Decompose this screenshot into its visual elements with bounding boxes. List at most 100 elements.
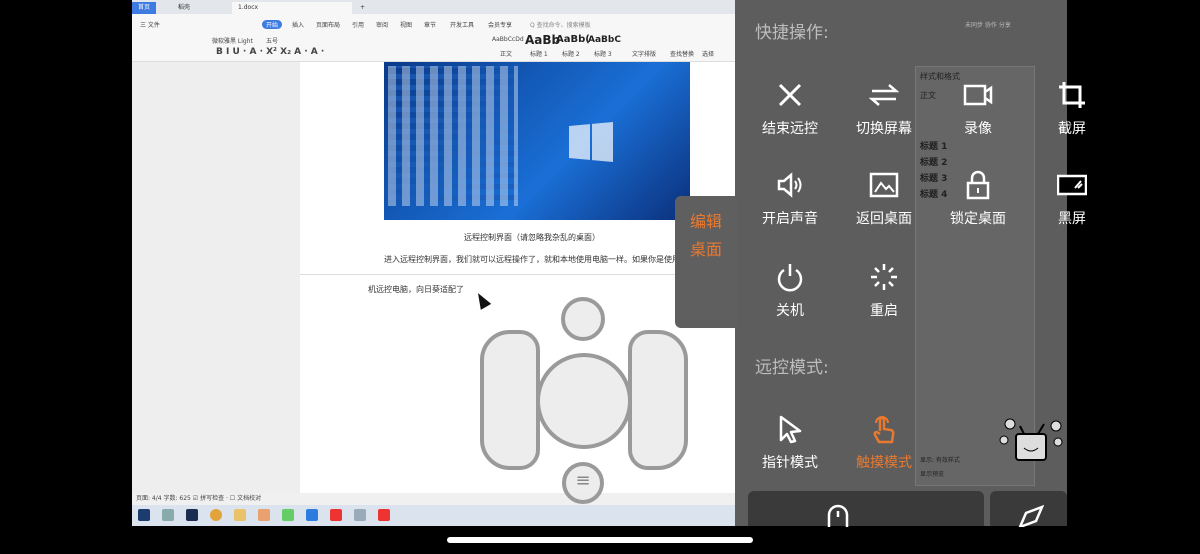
pointer-mode-button[interactable]: 指针模式 <box>745 414 835 472</box>
item-label: 开启声音 <box>762 211 818 227</box>
crop-icon <box>1059 82 1085 108</box>
tab-home[interactable]: 首页 <box>132 2 157 14</box>
menu-review[interactable]: 审阅 <box>376 20 388 29</box>
sound-button[interactable]: 开启声音 <box>745 170 835 228</box>
pointer-icon <box>779 415 802 444</box>
taskview-icon[interactable] <box>162 509 174 521</box>
pen-icon[interactable] <box>1018 505 1044 527</box>
speaker-icon <box>777 172 802 198</box>
record-button[interactable]: 录像 <box>933 80 1023 138</box>
touch-hand-icon <box>873 416 895 444</box>
windows-taskbar <box>132 505 735 526</box>
explorer-icon[interactable] <box>234 509 246 521</box>
item-label: 触摸模式 <box>856 455 912 471</box>
item-label: 指针模式 <box>762 455 818 471</box>
wps-icon[interactable] <box>330 509 342 521</box>
desktop-label: 桌面 <box>689 240 722 259</box>
app-icon[interactable] <box>306 509 318 521</box>
style-h1[interactable]: AaBb <box>525 33 560 47</box>
desktop-screenshot-image <box>384 62 690 220</box>
item-label: 切换屏幕 <box>856 121 912 137</box>
doc-paragraph-2: 机远控电脑，向日葵适配了 <box>368 285 464 294</box>
menu-devtools[interactable]: 开发工具 <box>450 20 474 29</box>
touch-mode-button[interactable]: 触摸模式 <box>839 414 929 472</box>
command-search[interactable]: Q 查找命令、搜索模板 <box>530 20 591 29</box>
close-icon <box>778 83 802 107</box>
menu-file[interactable]: 三 文件 <box>140 20 160 29</box>
chrome-icon[interactable] <box>210 509 222 521</box>
mouse-toolbar[interactable] <box>748 491 984 527</box>
menu-start[interactable]: 开始 <box>262 20 283 29</box>
home-indicator[interactable] <box>447 537 753 543</box>
status-bar: 页面: 4/4 字数: 625 ☑ 拼写检查 · ☐ 文档校对 <box>132 493 735 505</box>
photoshop-icon[interactable] <box>186 509 198 521</box>
black-screen-button[interactable]: 黑屏 <box>1027 170 1117 228</box>
quick-ops-title: 快捷操作: <box>755 23 829 43</box>
lock-desktop-button[interactable]: 锁定桌面 <box>933 170 1023 228</box>
pane-heading[interactable]: 标题 2 <box>920 155 1030 171</box>
top-right-actions: 未同步 协作 分享 <box>965 20 1011 29</box>
top-right-action[interactable]: 协作 <box>985 22 999 29</box>
top-right-action[interactable]: 分享 <box>999 22 1011 29</box>
menu-layout[interactable]: 页面布局 <box>316 20 340 29</box>
style-h2[interactable]: AaBb( <box>556 34 590 45</box>
app-icon[interactable] <box>282 509 294 521</box>
top-right-action[interactable]: 未同步 <box>965 22 985 29</box>
item-label: 结束远控 <box>762 121 818 137</box>
doc-margin <box>132 62 300 493</box>
video-camera-icon <box>963 84 993 106</box>
menu-view[interactable]: 视图 <box>400 20 412 29</box>
style-label: 标题 1 <box>530 51 548 58</box>
start-icon[interactable] <box>138 509 150 521</box>
text-layout-button[interactable]: 文字排版 <box>632 49 656 58</box>
item-label: 录像 <box>964 121 992 137</box>
select-button[interactable]: 选择 <box>702 49 714 58</box>
item-label: 返回桌面 <box>856 211 912 227</box>
lock-icon <box>966 170 990 200</box>
joystick-center-button[interactable] <box>536 353 632 449</box>
app-icon[interactable] <box>354 509 366 521</box>
item-label: 黑屏 <box>1058 211 1086 227</box>
wps-icon[interactable] <box>378 509 390 521</box>
font-name-select[interactable]: 微软雅黑 Light <box>212 36 253 45</box>
edit-desktop-button[interactable]: 编辑 桌面 <box>675 196 737 328</box>
desktop-picture-icon <box>869 172 899 198</box>
pen-toolbar[interactable] <box>990 491 1067 527</box>
item-label: 重启 <box>870 303 898 319</box>
style-label: 标题 3 <box>594 51 612 58</box>
restart-button[interactable]: 重启 <box>839 262 929 320</box>
switch-screen-icon <box>869 84 899 106</box>
menu-section[interactable]: 章节 <box>424 20 436 29</box>
tab-docer[interactable]: 稻壳 <box>172 2 196 14</box>
switch-screen-button[interactable]: 切换屏幕 <box>839 80 929 138</box>
font-size-select[interactable]: 五号 <box>266 36 278 45</box>
power-icon <box>777 264 803 292</box>
new-tab-button[interactable]: + <box>354 2 371 14</box>
style-normal[interactable]: AaBbCcDd <box>492 36 524 43</box>
style-h3[interactable]: AaBbC <box>588 35 621 45</box>
joystick-right-button[interactable] <box>628 330 688 470</box>
item-label: 锁定桌面 <box>950 211 1006 227</box>
screenshot-button[interactable]: 截屏 <box>1027 80 1117 138</box>
end-remote-button[interactable]: 结束远控 <box>745 80 835 138</box>
windows-logo-icon <box>569 122 613 162</box>
joystick-up-button[interactable] <box>561 297 605 341</box>
tab-document[interactable]: 1.docx <box>232 2 352 14</box>
menu-insert[interactable]: 插入 <box>292 20 304 29</box>
pane-heading[interactable]: 标题 1 <box>920 139 1030 155</box>
find-replace-button[interactable]: 查找替换 <box>670 49 694 58</box>
menu-reference[interactable]: 引用 <box>352 20 364 29</box>
item-label: 关机 <box>776 303 804 319</box>
sunlogin-icon[interactable] <box>258 509 270 521</box>
restart-icon <box>871 264 897 290</box>
shutdown-button[interactable]: 关机 <box>745 262 835 320</box>
joystick-left-button[interactable] <box>480 330 540 470</box>
menu-icon[interactable]: ≡ <box>562 462 604 504</box>
image-caption: 远程控制界面（请忽略我杂乱的桌面） <box>464 233 600 242</box>
mouse-icon[interactable] <box>826 503 850 527</box>
menu-member[interactable]: 会员专享 <box>488 20 512 29</box>
remote-mode-title: 远控模式: <box>755 358 829 378</box>
return-desktop-button[interactable]: 返回桌面 <box>839 170 929 228</box>
edit-label: 编辑 <box>689 212 722 231</box>
format-buttons[interactable]: B I U · A · X² X₂ A · A · <box>216 47 324 57</box>
